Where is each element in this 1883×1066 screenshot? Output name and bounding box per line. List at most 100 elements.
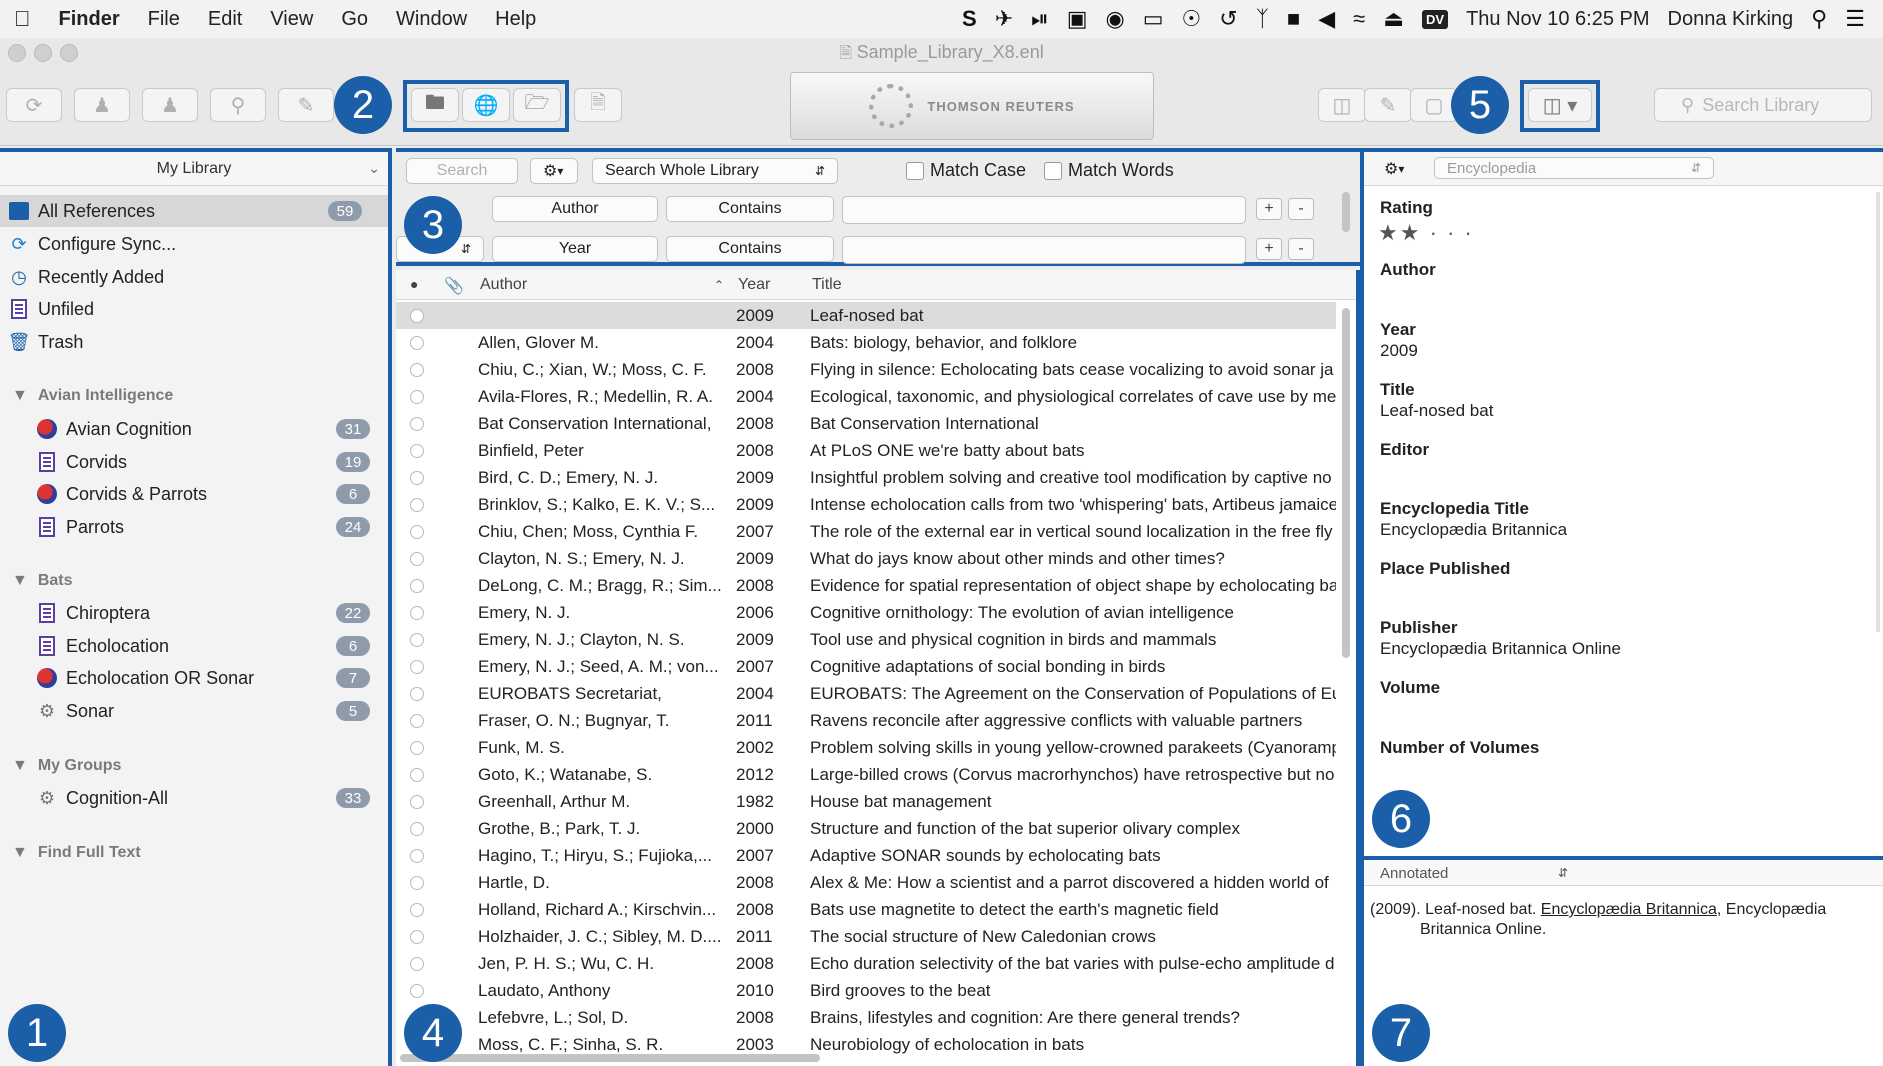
search-operator-select-2[interactable]: Contains <box>666 236 834 262</box>
sidebar-item-recently-added[interactable]: ◷ Recently Added <box>0 261 388 293</box>
read-status-icon[interactable] <box>410 416 424 431</box>
reference-row[interactable]: Laudato, Anthony 2010 Bird grooves to the … <box>396 977 1336 1004</box>
attachment-column-icon[interactable]: 📎 <box>444 276 464 296</box>
sidebar-item-configure-sync[interactable]: ⟳ Configure Sync... <box>0 228 388 260</box>
search-library-input[interactable]: ⚲ Search Library <box>1654 88 1872 122</box>
reference-row[interactable]: Holland, Richard A.; Kirschvin... 2008 Bat… <box>396 896 1336 923</box>
library-selector[interactable]: My Library ⌄ <box>0 152 388 186</box>
apple-menu-icon[interactable]:  <box>0 6 45 32</box>
reference-row[interactable]: Avila-Flores, R.; Medellin, R. A. 2004 Eco… <box>396 383 1336 410</box>
read-status-icon[interactable] <box>410 713 424 728</box>
reference-list-vertical-scrollbar[interactable] <box>1342 308 1350 658</box>
read-status-icon[interactable] <box>410 821 424 836</box>
search-term-input-1[interactable] <box>842 196 1246 224</box>
match-case-checkbox[interactable] <box>906 162 924 181</box>
reference-row[interactable]: Holzhaider, J. C.; Sibley, M. D.... 2011 T… <box>396 923 1336 950</box>
menu-app-name[interactable]: Finder <box>45 8 134 31</box>
search-operator-select-1[interactable]: Contains <box>666 196 834 222</box>
add-search-row-button[interactable]: + <box>1256 198 1282 220</box>
sidebar-item-corvids-parrots[interactable]: Corvids & Parrots 6 <box>0 478 388 510</box>
group-set-my-groups[interactable]: ▼ My Groups <box>12 757 121 775</box>
reference-row[interactable]: Allen, Glover M. 2004 Bats: biology, behav… <box>396 329 1336 356</box>
column-year[interactable]: Year <box>738 276 770 294</box>
field-value-publisher[interactable]: Encyclopædia Britannica Online <box>1380 639 1621 659</box>
group-set-find-full-text[interactable]: ▼ Find Full Text <box>12 844 141 862</box>
read-status-icon[interactable] <box>410 983 424 998</box>
share-library-button[interactable]: ♟ <box>74 88 130 122</box>
star-filled-icon[interactable]: ★ <box>1400 220 1422 245</box>
menubar-clock[interactable]: Thu Nov 10 6:25 PM <box>1466 8 1649 31</box>
read-status-icon[interactable] <box>410 767 424 782</box>
reference-row[interactable]: Fraser, O. N.; Bugnyar, T. 2011 Ravens rec… <box>396 707 1336 734</box>
field-value-title[interactable]: Leaf-nosed bat <box>1380 401 1493 421</box>
match-words-option[interactable]: Match Words <box>1044 160 1174 181</box>
match-words-checkbox[interactable] <box>1044 162 1062 181</box>
column-author[interactable]: Author <box>480 276 527 294</box>
status-app-icon[interactable]: ▣ <box>1067 6 1088 32</box>
reference-row[interactable]: Hartle, D. 2008 Alex & Me: How a scientist… <box>396 869 1336 896</box>
read-status-icon[interactable] <box>410 794 424 809</box>
lock-icon[interactable]: ■ <box>1287 6 1300 32</box>
sidebar-item-corvids[interactable]: Corvids 19 <box>0 446 388 478</box>
sidebar-item-cognition-all[interactable]: ⚙ Cognition-All 33 <box>0 782 388 814</box>
field-value-year[interactable]: 2009 <box>1380 341 1418 361</box>
remove-search-row-button[interactable]: - <box>1288 238 1314 260</box>
read-status-icon[interactable] <box>410 848 424 863</box>
search-term-input-2[interactable] <box>842 236 1246 264</box>
reference-row[interactable]: Greenhall, Arthur M. 1982 House bat manage… <box>396 788 1336 815</box>
menu-go[interactable]: Go <box>327 8 382 31</box>
detail-options-button[interactable]: ⚙ ▾ <box>1372 156 1420 182</box>
time-machine-icon[interactable]: ↺ <box>1219 6 1237 32</box>
read-status-icon[interactable] <box>410 632 424 647</box>
read-status-icon[interactable] <box>410 551 424 566</box>
search-field-select-2[interactable]: Year <box>492 236 658 262</box>
insert-citation-button[interactable]: ✎ <box>278 88 334 122</box>
reference-row[interactable]: EUROBATS Secretariat, 2004 EUROBATS: The A… <box>396 680 1336 707</box>
local-library-mode-button[interactable]: 🖿 <box>411 88 459 122</box>
dv-badge[interactable]: DV <box>1422 9 1449 29</box>
reference-row[interactable]: Brinklov, S.; Kalko, E. K. V.; S... 2009 I… <box>396 491 1336 518</box>
accessibility-icon[interactable]: ☉ <box>1182 6 1202 32</box>
read-status-icon[interactable] <box>410 470 424 485</box>
group-set-avian-intelligence[interactable]: ▼ Avian Intelligence <box>12 387 173 405</box>
reference-row[interactable]: Binfield, Peter 2008 At PLoS ONE we're bat… <box>396 437 1336 464</box>
sidebar-item-chiroptera[interactable]: Chiroptera 22 <box>0 597 388 629</box>
sidebar-item-all-references[interactable]: All References 59 <box>0 195 388 227</box>
edit-reference-button[interactable]: ✎ <box>1364 88 1412 122</box>
integrated-library-mode-button[interactable]: 🗁 <box>513 88 561 122</box>
remove-search-row-button[interactable]: - <box>1288 198 1314 220</box>
reference-row[interactable]: Grothe, B.; Park, T. J. 2000 Structure and… <box>396 815 1336 842</box>
sidebar-item-unfiled[interactable]: Unfiled <box>0 293 388 325</box>
reference-row[interactable]: Lefebvre, L.; Sol, D. 2008 Brains, lifesty… <box>396 1004 1336 1031</box>
wifi-icon[interactable]: ≈ <box>1353 6 1365 32</box>
sidebar-item-avian-cognition[interactable]: Avian Cognition 31 <box>0 413 388 445</box>
star-empty-dot-icon[interactable]: · <box>1464 220 1473 245</box>
volume-icon[interactable]: ◀ <box>1318 6 1335 32</box>
menu-view[interactable]: View <box>256 8 327 31</box>
read-status-icon[interactable] <box>410 443 424 458</box>
read-status-icon[interactable] <box>410 308 424 323</box>
search-options-button[interactable]: ⚙ ▾ <box>530 158 578 184</box>
read-status-icon[interactable] <box>410 659 424 674</box>
reference-row[interactable]: Chiu, Chen; Moss, Cynthia F. 2007 The role… <box>396 518 1336 545</box>
sync-button[interactable]: ⟳ <box>6 88 62 122</box>
reference-row[interactable]: 2009 Leaf-nosed bat <box>396 302 1336 329</box>
menu-window[interactable]: Window <box>382 8 481 31</box>
bluetooth-icon[interactable]: ᛉ <box>1256 6 1269 32</box>
reference-list-horizontal-scrollbar[interactable] <box>400 1054 820 1062</box>
search-button[interactable]: Search <box>406 158 518 184</box>
reference-row[interactable]: Jen, P. H. S.; Wu, C. H. 2008 Echo duratio… <box>396 950 1336 977</box>
read-status-icon[interactable] <box>410 902 424 917</box>
notification-center-icon[interactable]: ☰ <box>1845 6 1865 32</box>
menu-edit[interactable]: Edit <box>194 8 256 31</box>
match-case-option[interactable]: Match Case <box>906 160 1026 181</box>
field-value-encyclopedia-title[interactable]: Encyclopædia Britannica <box>1380 520 1567 540</box>
group-set-bats[interactable]: ▼ Bats <box>12 572 73 590</box>
online-search-mode-button[interactable]: 🌐 <box>462 88 510 122</box>
search-scope-select[interactable]: Search Whole Library ⇵ <box>592 158 838 184</box>
search-panel-scrollbar[interactable] <box>1342 192 1350 232</box>
read-status-icon[interactable] <box>410 335 424 350</box>
star-empty-dot-icon[interactable]: · <box>1447 220 1464 245</box>
read-status-icon[interactable] <box>410 956 424 971</box>
sidebar-item-sonar[interactable]: ⚙ Sonar 5 <box>0 695 388 727</box>
